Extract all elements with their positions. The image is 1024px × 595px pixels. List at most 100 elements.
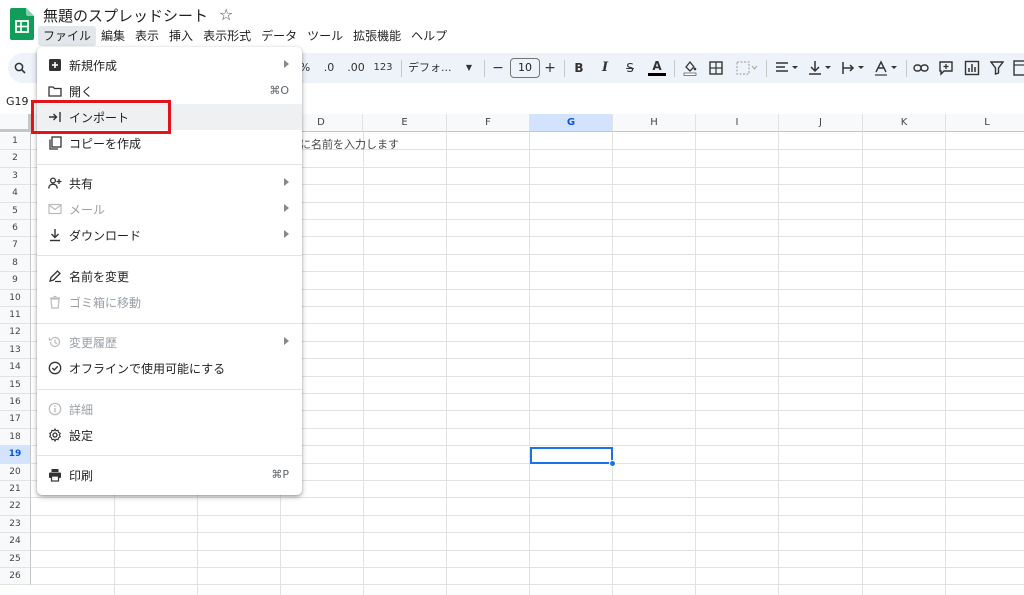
column-header-l[interactable]: L [946, 114, 1024, 132]
row-header-7[interactable]: 7 [0, 237, 31, 255]
font-select[interactable]: デフォ... [408, 53, 458, 83]
name-box[interactable]: G19 [6, 95, 29, 108]
fill-color-icon[interactable] [683, 60, 697, 76]
trash-icon [48, 295, 62, 309]
column-header-g[interactable]: G [530, 114, 613, 132]
strikethrough-button[interactable]: S [623, 53, 637, 83]
menu-item-print[interactable]: 印刷 ⌘P [37, 462, 302, 488]
row-gridline [31, 567, 1024, 568]
menu-item-move-to-trash: ゴミ箱に移動 [37, 289, 302, 315]
select-all-corner[interactable] [0, 114, 31, 132]
text-color-bar [648, 73, 666, 76]
row-header-10[interactable]: 10 [0, 289, 31, 307]
row-header-16[interactable]: 16 [0, 394, 31, 412]
menu-item-label: メール [69, 203, 106, 217]
row-header-6[interactable]: 6 [0, 220, 31, 238]
text-wrap-icon[interactable] [841, 61, 867, 75]
number-format-button[interactable]: 123 [370, 53, 396, 83]
fill-handle[interactable] [609, 460, 616, 467]
row-header-23[interactable]: 23 [0, 515, 31, 534]
column-header-f[interactable]: F [447, 114, 530, 132]
menu-help[interactable]: ヘルプ [406, 26, 452, 46]
row-header-25[interactable]: 25 [0, 550, 31, 568]
menu-data[interactable]: データ [256, 26, 302, 46]
row-header-8[interactable]: 8 [0, 254, 31, 273]
column-header-e[interactable]: E [363, 114, 447, 132]
row-header-17[interactable]: 17 [0, 411, 31, 429]
row-header-12[interactable]: 12 [0, 324, 31, 342]
offline-icon [48, 361, 62, 375]
increase-decimal-button[interactable]: .00 [344, 53, 368, 83]
column-header-i[interactable]: I [696, 114, 779, 132]
star-icon[interactable]: ☆ [219, 5, 233, 24]
toolbar-divider [674, 60, 675, 77]
row-header-9[interactable]: 9 [0, 272, 31, 290]
document-title[interactable]: 無題のスプレッドシート [43, 5, 208, 26]
menu-item-label: コピーを作成 [69, 137, 142, 151]
horizontal-align-icon[interactable] [775, 61, 801, 75]
insert-comment-icon[interactable] [938, 60, 954, 76]
menu-item-settings[interactable]: 設定 [37, 422, 302, 448]
merge-cells-icon[interactable] [736, 61, 758, 75]
borders-icon[interactable] [709, 61, 723, 75]
menu-item-new[interactable]: 新規作成 [37, 52, 302, 78]
menu-item-rename[interactable]: 名前を変更 [37, 263, 302, 289]
row-header-24[interactable]: 24 [0, 533, 31, 551]
row-header-14[interactable]: 14 [0, 359, 31, 377]
menu-file[interactable]: ファイル [38, 26, 97, 46]
vertical-align-icon[interactable] [808, 60, 834, 76]
column-header-k[interactable]: K [863, 114, 946, 132]
chevron-down-icon[interactable]: ▼ [464, 53, 474, 83]
toolbar-divider [564, 60, 565, 77]
column-header-h[interactable]: H [613, 114, 696, 132]
row-header-4[interactable]: 4 [0, 185, 31, 203]
menu-format[interactable]: 表示形式 [198, 26, 256, 46]
font-size-input[interactable]: 10 [510, 58, 540, 78]
menu-tools[interactable]: ツール [302, 26, 348, 46]
italic-button[interactable]: I [598, 53, 612, 83]
text-color-button[interactable]: A [648, 51, 666, 81]
column-header-j[interactable]: J [779, 114, 863, 132]
menu-insert[interactable]: 挿入 [164, 26, 198, 46]
column-gridline [778, 132, 779, 595]
sheets-logo-icon[interactable] [10, 8, 34, 40]
submenu-arrow-icon [284, 178, 289, 186]
row-header-13[interactable]: 13 [0, 341, 31, 360]
row-header-15[interactable]: 15 [0, 376, 31, 394]
menu-item-share[interactable]: 共有 [37, 170, 302, 196]
menu-edit[interactable]: 編集 [96, 26, 130, 46]
decrease-decimal-button[interactable]: .0 [318, 53, 340, 83]
row-header-5[interactable]: 5 [0, 202, 31, 220]
column-gridline [695, 132, 696, 595]
bold-button[interactable]: B [572, 53, 586, 83]
filter-views-icon[interactable] [1013, 60, 1024, 76]
row-header-21[interactable]: 21 [0, 481, 31, 499]
row-header-3[interactable]: 3 [0, 167, 31, 186]
insert-link-icon[interactable] [913, 62, 929, 74]
menu-item-make-available-offline[interactable]: オフラインで使用可能にする [37, 355, 302, 381]
increase-font-size-button[interactable]: + [543, 53, 557, 83]
submenu-arrow-icon [284, 60, 289, 68]
row-header-19[interactable]: 19 [0, 446, 31, 464]
row-header-22[interactable]: 22 [0, 498, 31, 516]
row-header-1[interactable]: 1 [0, 133, 31, 151]
row-header-20[interactable]: 20 [0, 463, 31, 481]
menu-item-label: 詳細 [69, 403, 94, 417]
menu-divider [37, 164, 302, 165]
search-icon[interactable] [14, 62, 26, 74]
menu-divider [37, 389, 302, 390]
selected-cell[interactable] [530, 447, 613, 464]
column-gridline [446, 132, 447, 595]
row-header-18[interactable]: 18 [0, 428, 31, 447]
copy-icon [48, 136, 62, 150]
decrease-font-size-button[interactable]: − [491, 53, 505, 83]
insert-chart-icon[interactable] [964, 60, 980, 76]
row-header-11[interactable]: 11 [0, 307, 31, 325]
row-header-2[interactable]: 2 [0, 150, 31, 168]
menu-item-download[interactable]: ダウンロード [37, 222, 302, 248]
text-rotation-icon[interactable] [874, 60, 900, 76]
filter-icon[interactable] [990, 61, 1004, 75]
menu-extensions[interactable]: 拡張機能 [348, 26, 406, 46]
menu-view[interactable]: 表示 [130, 26, 164, 46]
row-header-26[interactable]: 26 [0, 568, 31, 586]
